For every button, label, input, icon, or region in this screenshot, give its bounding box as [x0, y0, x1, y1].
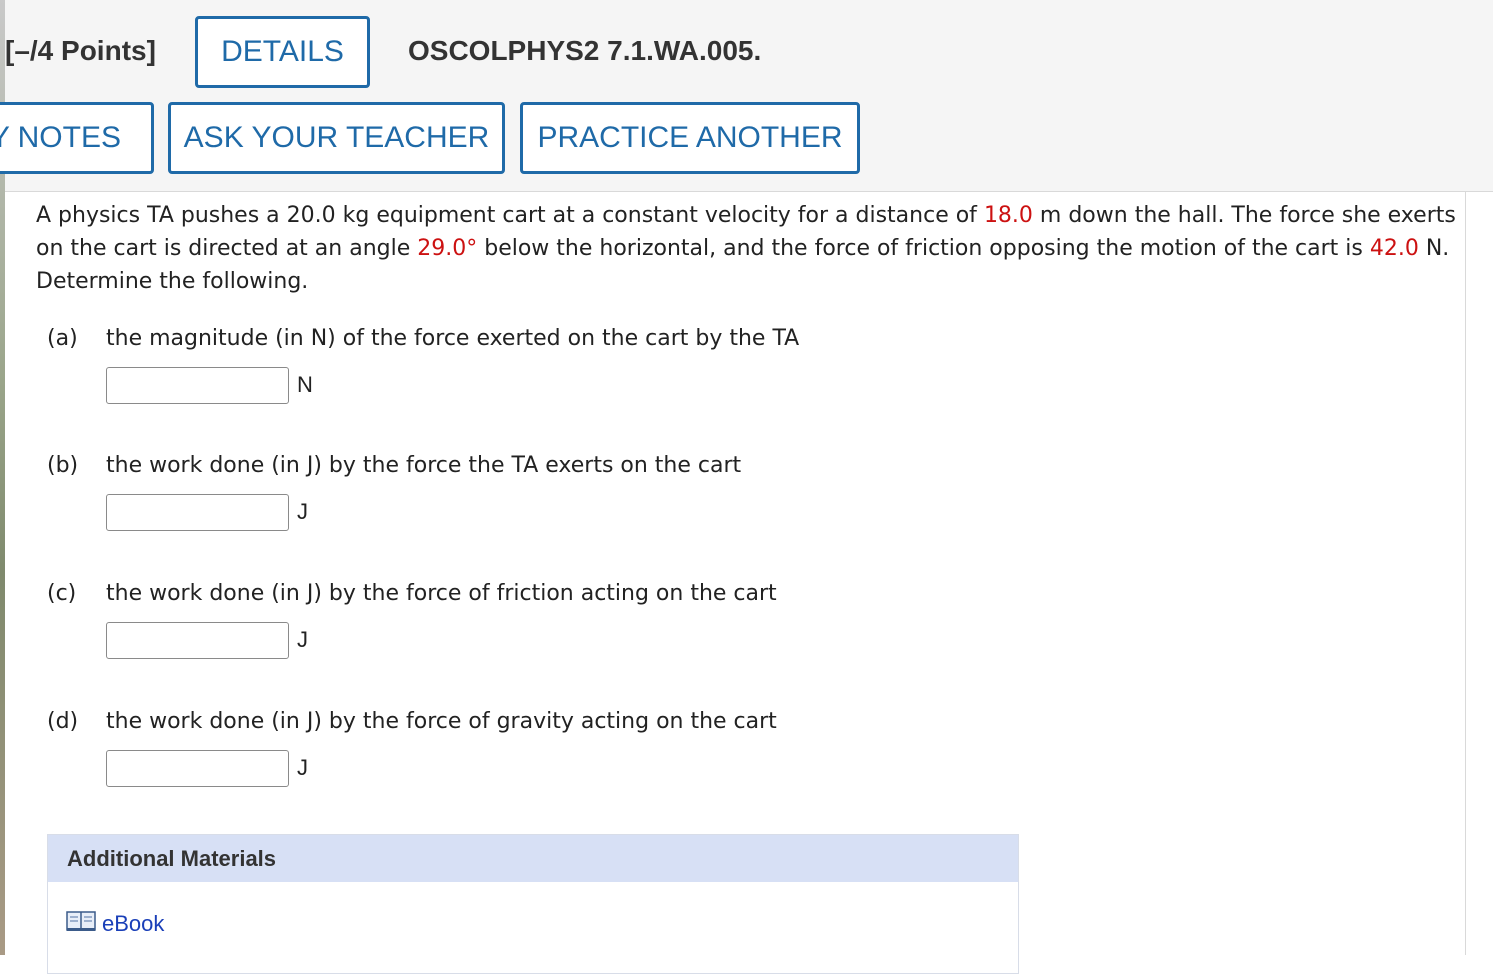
- part-c-unit: J: [297, 627, 308, 652]
- content-border: [1465, 191, 1466, 955]
- angle-value: 29.0°: [417, 236, 478, 261]
- part-c-answer-input[interactable]: [106, 622, 289, 659]
- part-d-answer-input[interactable]: [106, 750, 289, 787]
- part-d-question: the work done (in J) by the force of gra…: [106, 709, 777, 734]
- part-c-question: the work done (in J) by the force of fri…: [106, 581, 777, 606]
- part-d-label: (d): [47, 709, 79, 734]
- ebook-link[interactable]: eBook: [66, 910, 164, 938]
- friction-value: 42.0: [1369, 236, 1419, 261]
- distance-value: 18.0: [983, 203, 1033, 228]
- part-a-unit: N: [297, 372, 313, 397]
- problem-statement: A physics TA pushes a 20.0 kg equipment …: [36, 199, 1486, 298]
- book-icon: [66, 910, 102, 938]
- part-b-unit: J: [297, 499, 308, 524]
- part-b-question: the work done (in J) by the force the TA…: [106, 453, 742, 478]
- part-c-label: (c): [47, 581, 77, 606]
- part-d-unit: J: [297, 755, 308, 780]
- part-a-label: (a): [47, 326, 78, 351]
- part-b-label: (b): [47, 453, 79, 478]
- details-button[interactable]: DETAILS: [195, 16, 370, 88]
- ebook-label: eBook: [102, 911, 165, 936]
- problem-text: below the horizontal, and the force of f…: [477, 236, 1370, 261]
- assignment-code: OSCOLPHYS2 7.1.WA.005.: [408, 35, 762, 66]
- practice-another-button[interactable]: PRACTICE ANOTHER: [520, 102, 860, 174]
- ask-teacher-button[interactable]: ASK YOUR TEACHER: [168, 102, 505, 174]
- additional-materials-panel: Additional Materials eBook: [47, 834, 1019, 974]
- additional-materials-title: Additional Materials: [48, 835, 1018, 882]
- part-a-question: the magnitude (in N) of the force exerte…: [106, 326, 800, 351]
- problem-text: A physics TA pushes a 20.0 kg equipment …: [36, 203, 984, 228]
- notes-button[interactable]: Y NOTES: [0, 102, 154, 174]
- points-label: [–/4 Points]: [5, 35, 156, 66]
- part-a-answer-input[interactable]: [106, 367, 289, 404]
- part-b-answer-input[interactable]: [106, 494, 289, 531]
